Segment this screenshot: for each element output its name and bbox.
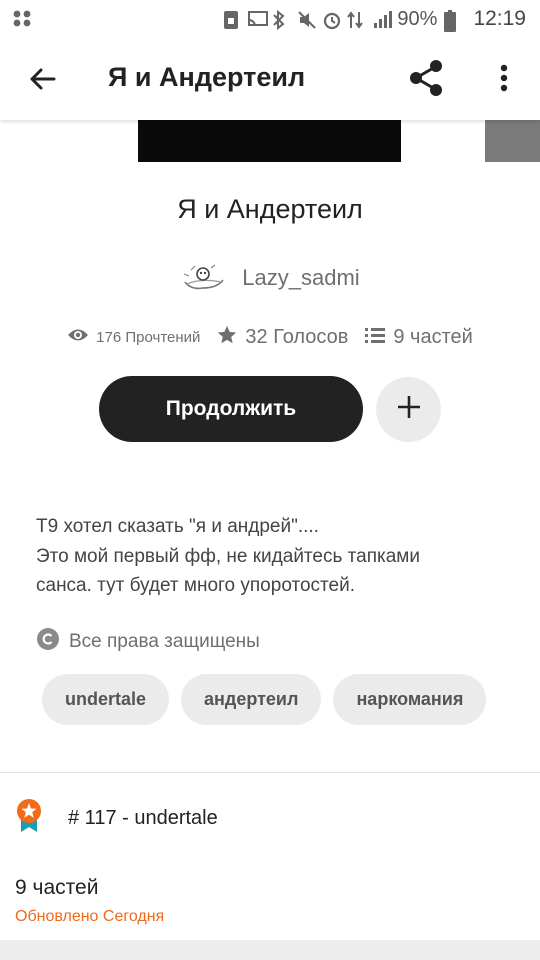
story-title: Я и Андертеил: [177, 194, 363, 224]
story-description: Т9 хотел сказать "я и андрей".... Это мо…: [36, 512, 516, 601]
battery-percent: 90%: [397, 7, 438, 30]
tag-chip[interactable]: наркомания: [333, 674, 487, 725]
star-icon: [216, 324, 238, 351]
description-line: санса. тут будет много упоротостей.: [36, 575, 355, 596]
ranking-text: # 117 - undertale: [68, 807, 218, 829]
signal-icon: [372, 10, 393, 28]
votes-stat: 32 Голосов: [216, 324, 348, 351]
battery-icon: [444, 10, 462, 32]
cast-icon: [247, 10, 269, 28]
sim-lock-icon: [222, 10, 240, 29]
description-line: Это мой первый фф, не кидайтесь тапками: [36, 545, 420, 567]
arrow-back-icon[interactable]: [22, 59, 62, 99]
more-vert-icon[interactable]: [488, 56, 520, 100]
description-line: Т9 хотел сказать "я и андрей"....: [36, 516, 319, 537]
reads-stat: 176 Прочтений: [67, 327, 200, 348]
plus-icon: [396, 394, 422, 425]
next-cover[interactable]: [485, 120, 540, 162]
app-bar: Я и Андертеил: [0, 38, 540, 120]
eye-icon: [67, 327, 89, 348]
bluetooth-icon: [272, 9, 290, 31]
tag-chip[interactable]: undertale: [42, 674, 170, 725]
ranking-row[interactable]: # 117 - undertale: [15, 798, 218, 839]
status-time: 12:19: [473, 7, 526, 30]
copyright-text: Все права защищены: [69, 631, 260, 652]
data-arrows-icon: [347, 10, 365, 29]
parts-stat[interactable]: 9 частей: [364, 326, 473, 349]
grid-icon: [12, 9, 34, 34]
app-bar-title: Я и Андертеил: [108, 62, 306, 92]
author-row[interactable]: Lazy_sadmi: [0, 258, 540, 298]
parts-label: 9 частей: [393, 326, 473, 348]
copyright-row: Все права защищены: [36, 627, 260, 657]
alarm-icon: [322, 10, 341, 30]
continue-button[interactable]: Продолжить: [99, 376, 363, 442]
story-cover[interactable]: [138, 120, 401, 162]
status-bar: 90% 12:19: [0, 0, 540, 38]
updated-label: Обновлено Сегодня: [15, 908, 165, 925]
mute-icon: [297, 10, 317, 29]
divider: [0, 772, 540, 773]
author-name[interactable]: Lazy_sadmi: [242, 265, 359, 291]
stats-row: 176 Прочтений 32 Голосов 9 частей: [0, 324, 540, 351]
tag-chip[interactable]: андертеил: [181, 674, 322, 725]
share-icon[interactable]: [404, 56, 448, 100]
add-to-library-button[interactable]: [376, 377, 441, 442]
copyright-icon: [36, 627, 60, 657]
reads-count: 176 Прочтений: [96, 329, 201, 346]
avatar[interactable]: [180, 258, 228, 298]
parts-count[interactable]: 9 частей: [15, 876, 98, 900]
tags-row: undertale андертеил наркомания: [42, 674, 487, 725]
bottom-section: [0, 940, 540, 960]
ranking-badge-icon: [15, 798, 43, 839]
votes-count: 32 Голосов: [245, 326, 349, 348]
list-icon: [364, 326, 386, 349]
